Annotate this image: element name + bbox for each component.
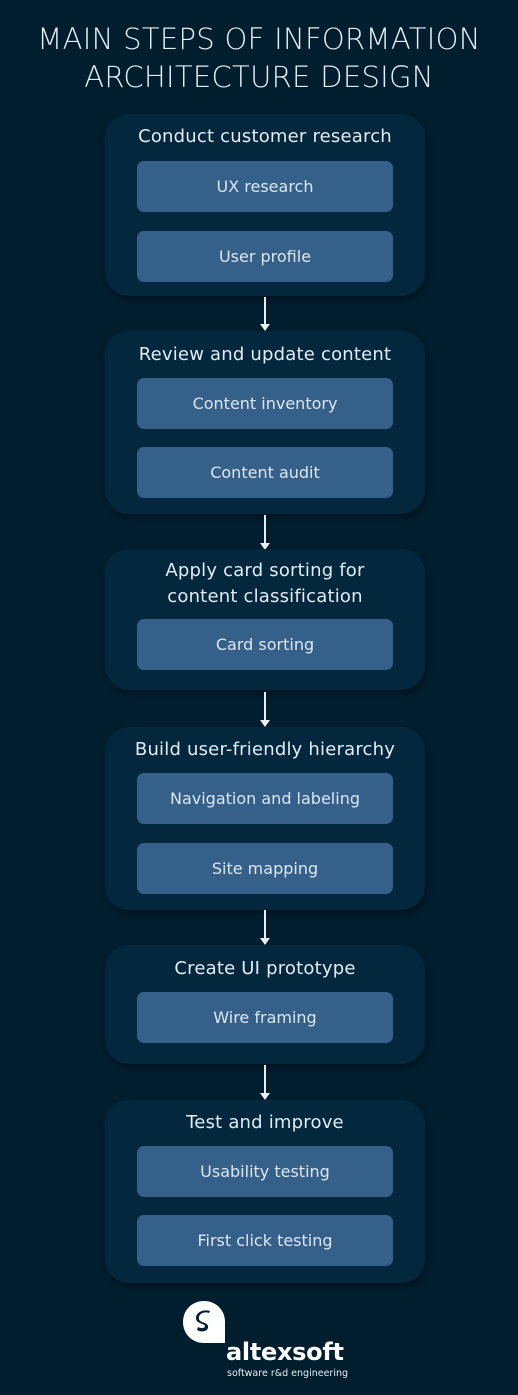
substep-content-audit: Content audit [137, 447, 393, 498]
step-title: Test and improve [186, 1112, 344, 1133]
altexsoft-logo: altexsoft software r&d engineering [180, 1298, 355, 1383]
step-apply-card-sorting: Apply card sorting for content classific… [105, 549, 425, 690]
substep-wire-framing: Wire framing [137, 992, 393, 1043]
logo-name: altexsoft [226, 1338, 344, 1366]
substep-content-inventory: Content inventory [137, 378, 393, 429]
step-title: Review and update content [138, 344, 392, 365]
step-title: Create UI prototype [174, 958, 356, 979]
arrow-down-icon [260, 297, 270, 331]
substep-usability-testing: Usability testing [137, 1146, 393, 1197]
step-title-line-2: content classification [167, 586, 363, 607]
step-conduct-customer-research: Conduct customer research UX research Us… [105, 114, 425, 296]
substep-site-mapping: Site mapping [137, 843, 393, 894]
step-title-line-1: Apply card sorting for [165, 560, 365, 581]
step-test-and-improve: Test and improve Usability testing First… [105, 1100, 425, 1283]
title-line-2: ARCHITECTURE DESIGN [84, 60, 434, 94]
arrow-down-icon [260, 910, 270, 945]
title-line-1: MAIN STEPS OF INFORMATION [37, 22, 481, 56]
step-build-hierarchy: Build user-friendly hierarchy Navigation… [105, 727, 425, 910]
arrow-down-icon [260, 1065, 270, 1100]
step-review-update-content: Review and update content Content invent… [105, 331, 425, 514]
substep-user-profile: User profile [137, 231, 393, 282]
arrow-down-icon [260, 692, 270, 727]
logo-tagline: software r&d engineering [227, 1368, 349, 1379]
page-title: MAIN STEPS OF INFORMATION ARCHITECTURE D… [0, 20, 518, 96]
altexsoft-logo-icon [183, 1301, 225, 1343]
substep-navigation-labeling: Navigation and labeling [137, 773, 393, 824]
step-create-ui-prototype: Create UI prototype Wire framing [105, 945, 425, 1064]
substep-ux-research: UX research [137, 161, 393, 212]
substep-first-click-testing: First click testing [137, 1215, 393, 1266]
arrow-down-icon [260, 515, 270, 550]
step-title: Conduct customer research [138, 126, 392, 147]
step-title: Build user-friendly hierarchy [134, 739, 396, 760]
substep-card-sorting: Card sorting [137, 619, 393, 670]
